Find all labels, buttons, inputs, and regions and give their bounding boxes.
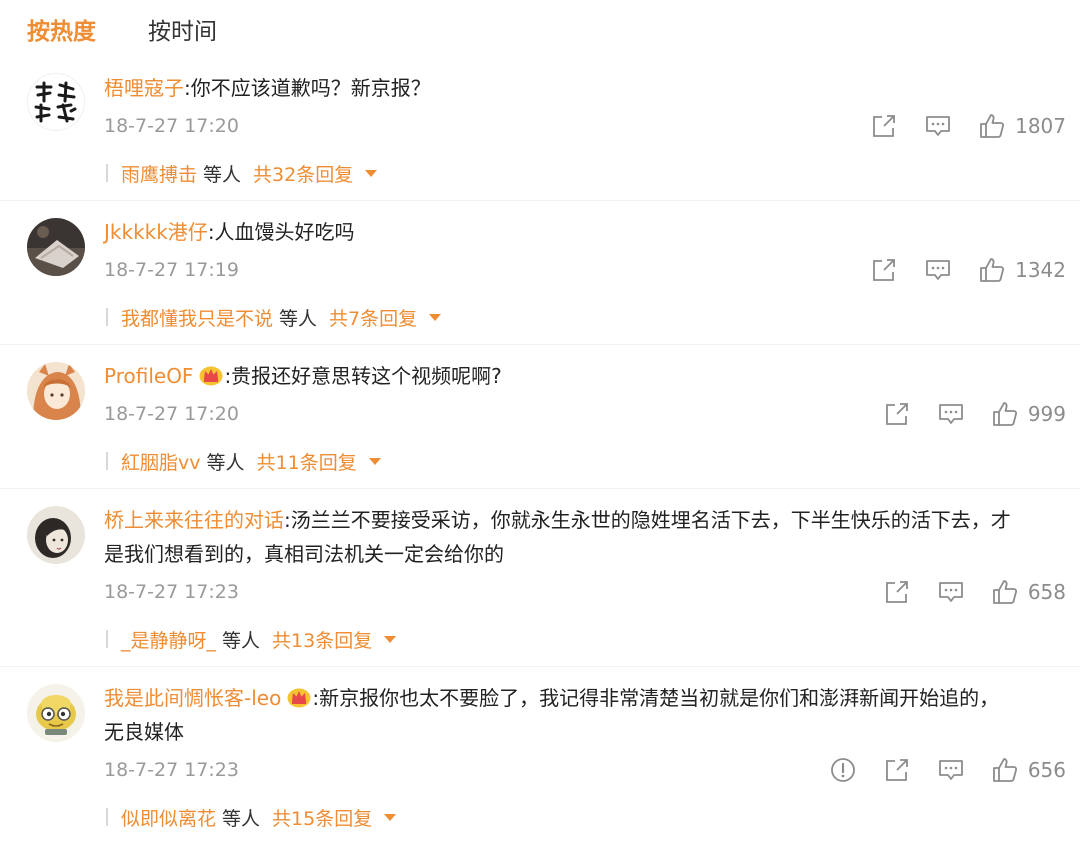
- comment-divider: [0, 344, 1080, 345]
- reply-divider: [106, 630, 108, 648]
- reply-divider: [106, 452, 108, 470]
- report-icon[interactable]: [829, 756, 857, 784]
- avatar[interactable]: [27, 506, 85, 564]
- reply-count-button[interactable]: 共7条回复: [329, 304, 442, 331]
- comment-username[interactable]: Jkkkkk港仔: [104, 220, 208, 244]
- caret-down-icon: [384, 813, 397, 821]
- caret-down-icon: [384, 635, 397, 643]
- thumbs-up-icon[interactable]: [978, 112, 1006, 140]
- comment-actions: 1342: [844, 255, 1066, 285]
- comment-icon[interactable]: [924, 256, 952, 284]
- tab-by-time[interactable]: 按时间: [148, 12, 217, 52]
- vip-crown-icon: [199, 364, 223, 386]
- comment-text: ProfileOF :贵报还好意思转这个视频呢啊?: [104, 359, 502, 393]
- reply-summary: 我都懂我只是不说 等人 共7条回复: [106, 303, 442, 331]
- comment-username[interactable]: ProfileOF: [104, 364, 193, 388]
- reply-divider: [106, 164, 108, 182]
- reply-users[interactable]: 我都懂我只是不说: [121, 304, 273, 331]
- like-count: 658: [1027, 580, 1066, 604]
- share-icon[interactable]: [883, 578, 911, 606]
- avatar[interactable]: [27, 684, 85, 742]
- comment-divider: [0, 488, 1080, 489]
- share-icon[interactable]: [870, 112, 898, 140]
- thumbs-up-icon[interactable]: [978, 256, 1006, 284]
- reply-users[interactable]: 雨鹰搏击: [121, 160, 197, 187]
- comment-body: :你不应该道歉吗？新京报？: [184, 76, 431, 100]
- comment-time: 18-7-27 17:23: [104, 759, 239, 781]
- avatar[interactable]: [27, 362, 85, 420]
- reply-count-label: 共13条回复: [272, 629, 373, 652]
- reply-summary: 紅胭脂vv 等人 共11条回复: [106, 447, 381, 475]
- comment-body: :汤兰兰不要接受采访，你就永生永世的隐姓埋名活下去，下半生快乐的活下去，才: [284, 508, 1011, 532]
- avatar[interactable]: [27, 73, 85, 131]
- reply-count-label: 共15条回复: [272, 807, 373, 830]
- reply-users[interactable]: _是静静呀_: [121, 626, 216, 653]
- thumbs-up-icon[interactable]: [991, 756, 1019, 784]
- comment-username[interactable]: 梧哩寇子: [104, 76, 184, 100]
- reply-summary: 似即似离花 等人 共15条回复: [106, 803, 397, 831]
- reply-users[interactable]: 紅胭脂vv: [121, 448, 201, 475]
- comment-body: :新京报你也太不要脸了，我记得非常清楚当初就是你们和澎湃新闻开始追的，: [312, 686, 1000, 710]
- comment-icon[interactable]: [937, 756, 965, 784]
- like-count: 656: [1027, 758, 1066, 782]
- comment-icon[interactable]: [937, 400, 965, 428]
- comment-text: 桥上来来往往的对话:汤兰兰不要接受采访，你就永生永世的隐姓埋名活下去，下半生快乐…: [104, 503, 1011, 537]
- caret-down-icon: [368, 457, 381, 465]
- comment-text-continued: 是我们想看到的，真相司法机关一定会给你的: [104, 542, 504, 566]
- reply-count-label: 共32条回复: [253, 163, 354, 186]
- reply-count-button[interactable]: 共13条回复: [272, 626, 397, 653]
- comment-text-continued: 无良媒体: [104, 720, 184, 744]
- reply-divider: [106, 808, 108, 826]
- share-icon[interactable]: [883, 756, 911, 784]
- reply-summary: _是静静呀_ 等人 共13条回复: [106, 625, 397, 653]
- reply-count-button[interactable]: 共32条回复: [253, 160, 378, 187]
- comment-page: 按热度 按时间 梧哩寇子:你不应该道歉吗？新京报？ 18-7-27 17:20: [0, 0, 1080, 849]
- vip-crown-icon: [287, 686, 311, 708]
- comment-text: 我是此间惆怅客-leo :新京报你也太不要脸了，我记得非常清楚当初就是你们和澎湃新…: [104, 681, 999, 715]
- reply-count-button[interactable]: 共15条回复: [272, 804, 397, 831]
- comment-time: 18-7-27 17:20: [104, 115, 239, 137]
- comment-username[interactable]: 桥上来来往往的对话: [104, 508, 284, 532]
- like-count: 1342: [1015, 258, 1066, 282]
- like-count: 1807: [1015, 114, 1066, 138]
- share-icon[interactable]: [870, 256, 898, 284]
- thumbs-up-icon[interactable]: [991, 400, 1019, 428]
- comment-actions: 999: [857, 399, 1066, 429]
- like-count: 999: [1027, 402, 1066, 426]
- comment-body: :贵报还好意思转这个视频呢啊?: [224, 364, 502, 388]
- comment-actions: 658: [857, 577, 1066, 607]
- caret-down-icon: [365, 169, 378, 177]
- comment-text: Jkkkkk港仔:人血馒头好吃吗: [104, 215, 355, 249]
- reply-etc: 等人: [222, 807, 261, 830]
- reply-count-label: 共11条回复: [256, 451, 357, 474]
- comment-divider: [0, 200, 1080, 201]
- reply-count-label: 共7条回复: [329, 307, 418, 330]
- thumbs-up-icon[interactable]: [991, 578, 1019, 606]
- tab-by-popularity[interactable]: 按热度: [27, 12, 96, 52]
- comment-time: 18-7-27 17:19: [104, 259, 239, 281]
- reply-users[interactable]: 似即似离花: [121, 804, 216, 831]
- share-icon[interactable]: [883, 400, 911, 428]
- comment-username[interactable]: 我是此间惆怅客-leo: [104, 686, 281, 710]
- reply-summary: 雨鹰搏击 等人 共32条回复: [106, 159, 378, 187]
- reply-etc: 等人: [206, 451, 245, 474]
- comment-time: 18-7-27 17:23: [104, 581, 239, 603]
- comment-actions: 1807: [844, 111, 1066, 141]
- reply-etc: 等人: [222, 629, 261, 652]
- comment-time: 18-7-27 17:20: [104, 403, 239, 425]
- comment-body: :人血馒头好吃吗: [207, 220, 355, 244]
- caret-down-icon: [429, 313, 442, 321]
- reply-etc: 等人: [279, 307, 318, 330]
- reply-divider: [106, 308, 108, 326]
- comment-divider: [0, 666, 1080, 667]
- comment-icon[interactable]: [924, 112, 952, 140]
- reply-count-button[interactable]: 共11条回复: [257, 448, 381, 475]
- reply-etc: 等人: [203, 163, 242, 186]
- comment-text: 梧哩寇子:你不应该道歉吗？新京报？: [104, 71, 431, 105]
- avatar[interactable]: [27, 218, 85, 276]
- comment-actions: 656: [803, 755, 1066, 785]
- comment-icon[interactable]: [937, 578, 965, 606]
- sort-tabs: 按热度 按时间: [27, 12, 217, 52]
